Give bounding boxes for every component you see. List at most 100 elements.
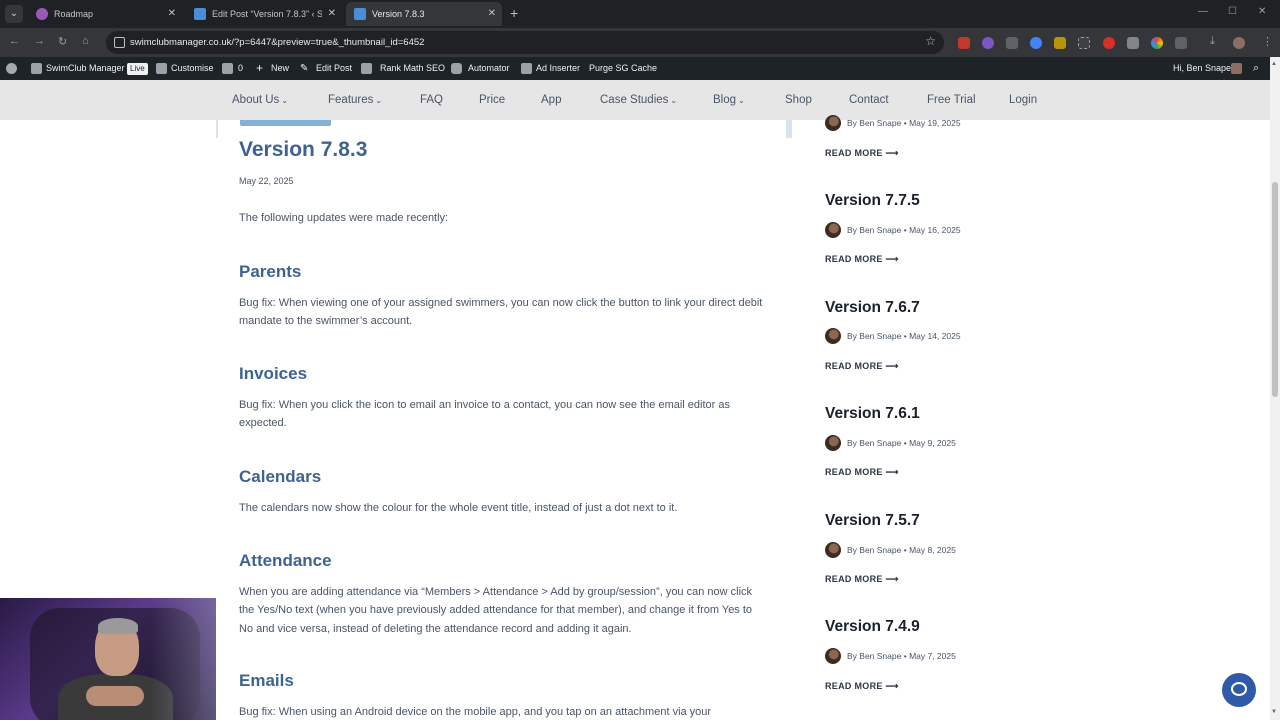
wordpress-logo-icon[interactable]	[6, 63, 17, 74]
new-tab-button[interactable]: +	[510, 4, 518, 22]
swimclub-favicon-icon	[194, 8, 206, 20]
back-arrow-icon[interactable]: ←	[9, 35, 20, 47]
user-avatar[interactable]	[1231, 63, 1242, 74]
extension-icon[interactable]	[982, 37, 994, 49]
admin-new[interactable]: New	[271, 57, 289, 80]
nav-price[interactable]: Price	[479, 80, 505, 120]
tab-label: Edit Post “Version 7.8.3” ‹ Swim…	[212, 9, 322, 19]
nav-app[interactable]: App	[541, 80, 561, 120]
nav-case-studies[interactable]: Case Studies ⌄	[600, 80, 677, 121]
extension-icon[interactable]	[1151, 37, 1163, 49]
wp-admin-bar: SwimClub Manager Live Customise 0 + New …	[0, 57, 1280, 80]
download-icon[interactable]: ⤓	[1210, 35, 1215, 48]
post-meta-text: By Ben Snape • May 14, 2025	[847, 331, 961, 341]
post-author: By Ben Snape	[847, 225, 902, 235]
read-more-link[interactable]: READ MORE ⟶	[825, 254, 899, 265]
post-meta-date: May 9, 2025	[909, 438, 956, 448]
recent-post-title[interactable]: Version 7.5.7	[825, 512, 920, 530]
recent-post-title[interactable]: Version 7.6.1	[825, 405, 920, 423]
section-body: Bug fix: When you click the icon to emai…	[239, 399, 730, 430]
comments-icon	[222, 63, 233, 74]
nav-label: Case Studies	[600, 94, 669, 106]
recent-posts-sidebar: By Ben Snape • May 19, 2025 READ MORE ⟶ …	[825, 115, 1125, 720]
recent-post-title[interactable]: Version 7.7.5	[825, 192, 920, 210]
post-author: By Ben Snape	[847, 331, 902, 341]
browser-toolbar: ← → ↻ ⌂ swimclubmanager.co.uk/?p=6447&pr…	[0, 28, 1280, 57]
nav-shop[interactable]: Shop	[785, 80, 812, 120]
admin-greeting[interactable]: Hi, Ben Snape	[1173, 57, 1231, 80]
admin-search-icon[interactable]: ⌕	[1253, 57, 1259, 80]
extension-icon[interactable]	[1078, 37, 1090, 49]
read-more-link[interactable]: READ MORE ⟶	[825, 361, 899, 372]
tab-label: Version 7.8.3	[372, 9, 425, 19]
extension-icon[interactable]	[1054, 37, 1066, 49]
category-badge[interactable]	[240, 120, 331, 126]
scroll-up-arrow-icon[interactable]: ▲	[1271, 61, 1277, 67]
chat-support-button[interactable]	[1222, 673, 1256, 707]
scroll-down-arrow-icon[interactable]: ▼	[1271, 709, 1277, 715]
page-scrollbar[interactable]: ▲ ▼	[1270, 57, 1280, 720]
author-avatar	[825, 222, 841, 238]
admin-purge-cache[interactable]: Purge SG Cache	[589, 57, 657, 80]
comments-count[interactable]: 0	[238, 57, 243, 80]
tab-edit-post[interactable]: Edit Post “Version 7.8.3” ‹ Swim… ✕	[186, 2, 342, 26]
close-window-button[interactable]: ✕	[1258, 6, 1266, 17]
bookmark-star-icon[interactable]: ☆	[925, 34, 936, 48]
extension-icon[interactable]	[1127, 37, 1139, 49]
recent-post-title[interactable]: Version 7.6.7	[825, 299, 920, 317]
admin-customise[interactable]: Customise	[171, 57, 214, 80]
tab-search-menu-icon[interactable]: ⌄	[5, 5, 23, 23]
admin-automator[interactable]: Automator	[468, 57, 510, 80]
nav-login[interactable]: Login	[1009, 80, 1037, 120]
reload-icon[interactable]: ↻	[58, 35, 67, 48]
read-more-link[interactable]: READ MORE ⟶	[825, 467, 899, 478]
extensions-puzzle-icon[interactable]	[1175, 37, 1187, 49]
recent-post-title[interactable]: Version 7.4.9	[825, 618, 920, 636]
read-more-link[interactable]: READ MORE ⟶	[825, 574, 899, 585]
nav-faq[interactable]: FAQ	[420, 80, 443, 120]
tab-roadmap[interactable]: Roadmap ✕	[28, 2, 182, 26]
minimize-button[interactable]: —	[1198, 6, 1208, 17]
plus-icon: +	[256, 61, 264, 75]
section-body: Bug fix: When using an Android device on…	[239, 706, 712, 718]
extension-icon[interactable]	[1030, 37, 1042, 49]
admin-site-name[interactable]: SwimClub Manager	[46, 57, 125, 80]
nav-blog[interactable]: Blog ⌄	[713, 80, 745, 121]
admin-edit-post[interactable]: Edit Post	[316, 57, 352, 80]
tab-label: Roadmap	[54, 9, 94, 19]
webcam-light	[150, 598, 216, 720]
home-icon[interactable]: ⌂	[82, 35, 89, 47]
author-avatar	[825, 328, 841, 344]
section-heading: Emails	[239, 671, 294, 690]
extension-icon[interactable]	[1006, 37, 1018, 49]
editor-block-marker	[786, 120, 792, 138]
maximize-button[interactable]: ☐	[1228, 6, 1237, 17]
editor-block-marker	[216, 120, 218, 138]
author-avatar	[825, 115, 841, 131]
tab-close-icon[interactable]: ✕	[328, 2, 336, 26]
admin-ad-inserter[interactable]: Ad Inserter	[536, 57, 580, 80]
forward-arrow-icon[interactable]: →	[34, 35, 45, 47]
read-more-link[interactable]: READ MORE ⟶	[825, 148, 899, 159]
read-more-link[interactable]: READ MORE ⟶	[825, 681, 899, 692]
admin-rank-math[interactable]: Rank Math SEO	[380, 57, 445, 80]
nav-about-us[interactable]: About Us ⌄	[232, 80, 288, 121]
nav-features[interactable]: Features ⌄	[328, 80, 382, 121]
profile-avatar-icon[interactable]	[1233, 37, 1245, 49]
tab-close-icon[interactable]: ✕	[488, 2, 496, 26]
webcam-person-hands	[86, 686, 144, 706]
extension-icon[interactable]	[958, 37, 970, 49]
nav-contact[interactable]: Contact	[849, 80, 889, 120]
section-body: The calendars now show the colour for th…	[239, 502, 678, 514]
chevron-down-icon: ⌄	[670, 96, 678, 105]
nav-free-trial[interactable]: Free Trial	[927, 80, 976, 120]
browser-menu-icon[interactable]: ⋮	[1262, 35, 1273, 48]
site-info-icon[interactable]	[114, 37, 125, 48]
extension-icon[interactable]	[1103, 37, 1115, 49]
address-bar[interactable]: swimclubmanager.co.uk/?p=6447&preview=tr…	[106, 31, 944, 54]
tab-version-783[interactable]: Version 7.8.3 ✕	[346, 2, 502, 26]
scroll-thumb[interactable]	[1272, 182, 1278, 397]
section-heading: Parents	[239, 262, 302, 281]
tab-close-icon[interactable]: ✕	[168, 2, 176, 26]
post-intro: The following updates were made recently…	[239, 212, 449, 224]
